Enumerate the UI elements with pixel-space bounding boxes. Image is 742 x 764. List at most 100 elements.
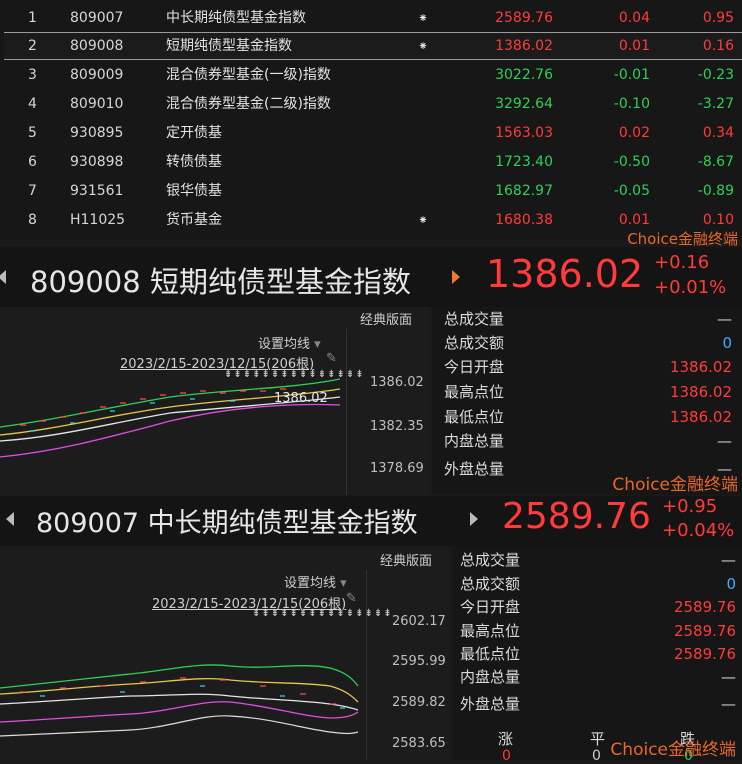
- row-price: 1723.40: [495, 154, 553, 170]
- stat-row-high: 最高点位 1386.02: [444, 383, 732, 401]
- row-code: 930898: [70, 154, 124, 170]
- row-code: 930895: [70, 125, 124, 141]
- row-name: 混合债券型基金(一级)指数: [166, 67, 331, 83]
- price-change-pct: +0.04%: [662, 520, 735, 541]
- kline-chart-809007[interactable]: 经典版面 设置均线 ▾ 2023/2/15-2023/12/15(206根) ✎…: [0, 546, 448, 760]
- row-pct: 0.34: [702, 125, 734, 141]
- stat-row-low: 最低点位 2589.76: [460, 645, 736, 663]
- y-tick: 1378.69: [370, 461, 424, 476]
- ma-line-magenta: [0, 701, 359, 723]
- table-row[interactable]: 3 809009 混合债券型基金(一级)指数 3022.76 -0.01 -0.…: [4, 61, 742, 89]
- row-index: 3: [28, 67, 37, 83]
- next-arrow-icon[interactable]: [452, 270, 460, 284]
- price-change-pct: +0.01%: [654, 277, 727, 298]
- stat-row-outer: 外盘总量 —: [460, 695, 736, 713]
- row-name: 定开债基: [166, 125, 222, 141]
- row-price: 3022.76: [495, 67, 553, 83]
- row-name: 转债债基: [166, 154, 222, 170]
- stat-row-high: 最高点位 2589.76: [460, 622, 736, 640]
- ma-lines: [0, 664, 359, 737]
- row-change: -0.50: [613, 154, 650, 170]
- row-price: 2589.76: [495, 10, 553, 26]
- brand-watermark: Choice金融终端: [612, 475, 738, 495]
- row-price: 1682.97: [495, 183, 553, 199]
- row-price: 1680.38: [495, 212, 553, 228]
- price-change: +0.95: [662, 496, 718, 517]
- quote-header-809007: 809007 中长期纯债型基金指数 2589.76 +0.95 +0.04%: [0, 496, 742, 546]
- y-tick: 2589.82: [392, 695, 446, 710]
- row-name: 货币基金: [166, 212, 222, 228]
- brand-watermark: Choice金融终端: [627, 230, 738, 248]
- row-pct: 0.95: [702, 10, 734, 26]
- kline-dashes: [20, 388, 286, 426]
- y-tick: 2583.65: [392, 736, 446, 751]
- y-tick: 2595.99: [392, 654, 446, 669]
- y-tick: 2602.17: [392, 614, 446, 629]
- row-name: 混合债券型基金(二级)指数: [166, 96, 331, 112]
- quote-header-809008: 809008 短期纯债型基金指数 1386.02 +0.16 +0.01%: [0, 247, 742, 307]
- stat-row-open: 今日开盘 1386.02: [444, 358, 732, 376]
- star-icon: ⁕: [418, 11, 429, 25]
- row-code: 809009: [70, 67, 124, 83]
- table-row[interactable]: 4 809010 混合债券型基金(二级)指数 3292.64 -0.10 -3.…: [4, 90, 742, 118]
- stat-row-inner: 内盘总量 —: [444, 432, 732, 450]
- row-index: 7: [28, 183, 37, 199]
- row-pct: 0.16: [702, 38, 734, 54]
- y-tick: 1386.02: [370, 375, 424, 390]
- current-price: 1386.02: [486, 252, 644, 296]
- index-quote-table: 1 809007 中长期纯债型基金指数 ⁕ 2589.76 0.04 0.95 …: [0, 0, 742, 248]
- row-change: -0.10: [613, 96, 650, 112]
- prev-arrow-icon[interactable]: [0, 270, 6, 284]
- stats-panel-809008: 总成交量 — 总成交额 0 今日开盘 1386.02 最高点位 1386.02 最低点位…: [432, 307, 742, 495]
- stat-row-low: 最低点位 1386.02: [444, 408, 732, 426]
- row-index: 2: [28, 38, 37, 54]
- row-change: 0.01: [618, 38, 650, 54]
- index-title: 809008 短期纯债型基金指数: [30, 265, 411, 299]
- row-change: -0.01: [613, 67, 650, 83]
- row-index: 8: [28, 212, 37, 228]
- next-arrow-icon[interactable]: [470, 512, 478, 526]
- row-pct: -8.67: [697, 154, 734, 170]
- classic-layout-button[interactable]: 经典版面: [380, 550, 432, 569]
- flat-count: 0: [592, 748, 601, 764]
- star-icon: ⁕: [418, 39, 429, 53]
- row-code: 931561: [70, 183, 124, 199]
- row-index: 6: [28, 154, 37, 170]
- up-count-label: 涨: [498, 730, 514, 748]
- price-change: +0.16: [654, 252, 710, 273]
- row-price: 3292.64: [495, 96, 553, 112]
- row-code: H11025: [70, 212, 126, 228]
- table-row[interactable]: 1 809007 中长期纯债型基金指数 ⁕ 2589.76 0.04 0.95: [4, 4, 742, 32]
- prev-arrow-icon[interactable]: [6, 512, 14, 526]
- table-row[interactable]: 7 931561 银华债基 1682.97 -0.05 -0.89: [4, 177, 742, 205]
- row-price: 1386.02: [495, 38, 553, 54]
- row-pct: -0.23: [697, 67, 734, 83]
- index-title: 809007 中长期纯债型基金指数: [36, 508, 418, 539]
- row-change: 0.02: [618, 125, 650, 141]
- last-price-label: 1386.02: [274, 391, 328, 406]
- y-tick: 1382.35: [370, 419, 424, 434]
- kline-chart-809008[interactable]: 经典版面 设置均线 ▾ 2023/2/15-2023/12/15(206根) ✎…: [0, 307, 428, 495]
- row-name: 银华债基: [166, 183, 222, 199]
- stat-row-volume: 总成交量 —: [460, 551, 736, 569]
- row-change: 0.04: [618, 10, 650, 26]
- brand-watermark: Choice金融终端: [610, 740, 736, 760]
- star-icon: ⁕: [418, 213, 429, 227]
- row-index: 1: [28, 10, 37, 26]
- row-change: -0.05: [613, 183, 650, 199]
- current-price: 2589.76: [502, 496, 651, 537]
- table-row-selected[interactable]: 2 809008 短期纯债型基金指数 ⁕ 1386.02 0.01 0.16: [4, 32, 742, 60]
- flat-count-label: 平: [590, 730, 606, 748]
- row-pct: -3.27: [697, 96, 734, 112]
- row-name: 短期纯债型基金指数: [166, 38, 292, 54]
- classic-layout-button[interactable]: 经典版面: [360, 309, 412, 328]
- stat-row-inner: 内盘总量 —: [460, 668, 736, 686]
- row-code: 809007: [70, 10, 124, 26]
- table-row[interactable]: 5 930895 定开债基 1563.03 0.02 0.34: [4, 119, 742, 147]
- row-index: 5: [28, 125, 37, 141]
- row-code: 809008: [70, 38, 124, 54]
- up-count: 0: [502, 748, 511, 764]
- stats-panel-809007: 总成交量 — 总成交额 0 今日开盘 2589.76 最高点位 2589.76 最低点位…: [452, 546, 742, 764]
- table-row[interactable]: 6 930898 转债债基 1723.40 -0.50 -8.67: [4, 148, 742, 176]
- row-code: 809010: [70, 96, 124, 112]
